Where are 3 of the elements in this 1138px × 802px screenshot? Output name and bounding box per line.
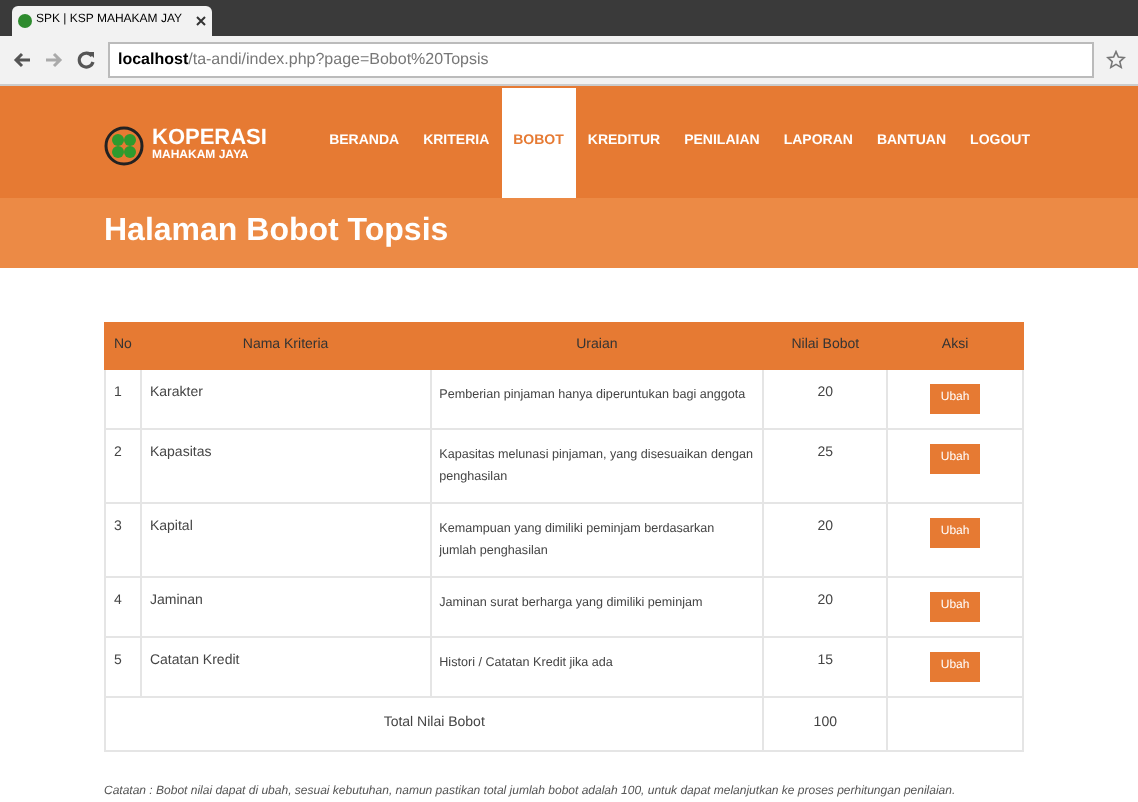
brand-name: KOPERASI bbox=[152, 128, 267, 151]
address-bar[interactable]: localhost/ta-andi/index.php?page=Bobot%20Topsis bbox=[108, 42, 1094, 79]
page-title: Halaman Bobot Topsis bbox=[104, 212, 449, 253]
